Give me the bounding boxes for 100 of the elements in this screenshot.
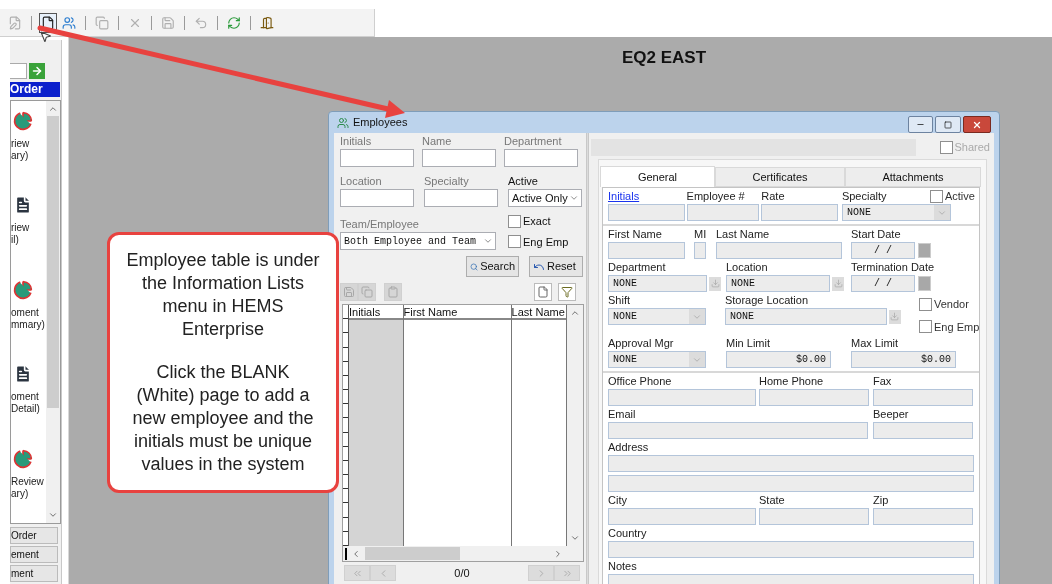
checkbox[interactable] — [929, 190, 943, 203]
input-field[interactable] — [759, 508, 869, 525]
field-label: Initials — [340, 135, 373, 148]
dropdown[interactable]: Both Employee and Team — [340, 232, 496, 250]
lookup-button[interactable] — [832, 276, 844, 291]
report-label[interactable]: oment — [11, 391, 45, 404]
input-field[interactable] — [759, 389, 869, 406]
chevron-down-icon — [570, 533, 581, 543]
dropdown[interactable]: Active Only — [508, 189, 582, 207]
blank-page-icon — [41, 15, 55, 30]
input-field[interactable] — [716, 242, 842, 259]
sidebar-button[interactable]: Order — [10, 527, 58, 544]
report-label[interactable]: ary) — [11, 487, 45, 500]
input-field[interactable] — [873, 389, 973, 406]
field-label: Address — [608, 441, 649, 454]
input-field[interactable] — [608, 204, 685, 221]
column-header[interactable]: Initials — [348, 305, 403, 320]
search-button[interactable]: Search — [466, 256, 519, 277]
input-field[interactable]: $0.00 — [851, 351, 956, 368]
grid-tool-button[interactable] — [534, 283, 552, 301]
input-field[interactable] — [686, 204, 759, 221]
calendar-button[interactable] — [918, 243, 931, 258]
report-label[interactable]: riew — [11, 138, 45, 150]
report-label[interactable]: il) — [11, 234, 45, 247]
minimize-button[interactable] — [908, 116, 933, 133]
date-field[interactable]: / / — [851, 242, 916, 259]
input-field[interactable] — [608, 508, 756, 525]
input-field[interactable]: NONE — [608, 275, 707, 292]
dropdown[interactable]: NONE — [608, 351, 706, 368]
refresh-icon — [227, 15, 241, 30]
page-counter: 0/0 — [453, 566, 471, 581]
sidebar-button[interactable]: ment — [10, 565, 58, 582]
field-label: Country — [608, 527, 647, 540]
lookup-button[interactable] — [888, 309, 901, 324]
download-icon — [710, 279, 720, 288]
field-label: Active — [508, 175, 539, 188]
tab[interactable]: Certificates — [715, 167, 845, 187]
input-field[interactable] — [10, 63, 27, 79]
checkbox[interactable] — [919, 297, 932, 311]
scrollbar[interactable] — [46, 101, 60, 523]
checkbox[interactable] — [919, 320, 932, 334]
input-field[interactable]: NONE — [724, 308, 887, 325]
input-field[interactable] — [608, 389, 756, 406]
field-label: First Name — [608, 228, 662, 241]
file-pen-icon — [8, 15, 22, 30]
checkbox[interactable] — [508, 214, 521, 228]
dropdown[interactable]: NONE — [608, 308, 706, 325]
input-field[interactable] — [608, 541, 974, 558]
input-field[interactable] — [761, 204, 839, 221]
chevron-down-icon — [569, 193, 579, 203]
field-label: Email — [608, 408, 636, 421]
column-header[interactable]: First Name — [403, 305, 511, 320]
report-label[interactable]: ary) — [11, 150, 45, 162]
input-field[interactable] — [694, 242, 706, 259]
field-label: Last Name — [716, 228, 770, 241]
callout-text: Employee table is under the Information Lists menu in HEMS Enterprise — [126, 249, 320, 341]
input-field[interactable] — [873, 508, 973, 525]
report-label[interactable]: riew — [11, 222, 45, 235]
scrollbar[interactable] — [343, 546, 583, 561]
input-field[interactable] — [873, 422, 973, 439]
initials-link[interactable]: Initials — [608, 190, 640, 203]
calendar-button[interactable] — [918, 276, 931, 291]
field-label: Notes — [608, 560, 637, 573]
field-label: Min Limit — [726, 337, 770, 350]
input-field[interactable]: NONE — [726, 275, 830, 292]
input-field[interactable] — [424, 189, 498, 207]
input-field[interactable] — [608, 475, 974, 492]
input-field[interactable] — [608, 422, 868, 439]
save-icon — [343, 286, 355, 298]
door-icon — [260, 15, 274, 30]
chevron-left-icon — [351, 548, 361, 559]
report-label[interactable]: Detail) — [11, 403, 45, 416]
report-label[interactable]: Review — [11, 475, 45, 488]
lookup-button[interactable] — [709, 276, 721, 291]
checkbox[interactable] — [508, 235, 521, 249]
input-field[interactable] — [340, 189, 414, 207]
report-label[interactable]: oment — [11, 306, 45, 319]
sidebar-button[interactable]: ement — [10, 546, 58, 563]
grid-tool-button[interactable] — [558, 283, 576, 301]
report-label[interactable]: mmary) — [11, 318, 45, 331]
tab[interactable]: General — [600, 166, 715, 187]
go-button[interactable] — [29, 63, 45, 79]
input-field[interactable] — [608, 242, 685, 259]
chevron-down-icon — [483, 236, 493, 246]
pie-chart-icon — [13, 111, 33, 131]
input-field[interactable]: $0.00 — [726, 351, 831, 368]
column-header[interactable]: Last Name — [511, 305, 567, 320]
dropdown[interactable]: NONE — [841, 204, 951, 221]
checkbox-label: Eng Emp — [523, 234, 569, 250]
input-field[interactable] — [422, 149, 496, 167]
date-field[interactable]: / / — [851, 275, 916, 292]
input-field[interactable] — [608, 455, 974, 472]
checkbox[interactable] — [939, 141, 953, 154]
input-field[interactable] — [504, 149, 578, 167]
tab[interactable]: Attachments — [845, 167, 981, 187]
reset-button[interactable]: Reset — [529, 256, 583, 277]
close-button[interactable] — [963, 116, 991, 133]
chevron-up-icon — [570, 308, 581, 318]
input-field[interactable] — [340, 149, 414, 167]
scrollbar[interactable] — [567, 305, 583, 546]
